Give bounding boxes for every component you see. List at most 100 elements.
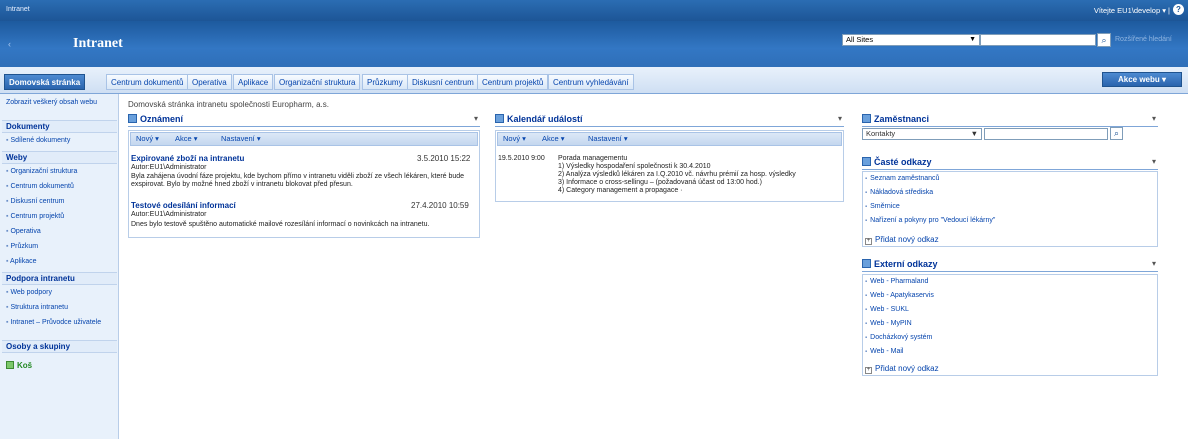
announcement-author[interactable]: Autor:EU1\Administrator — [131, 211, 206, 219]
links-icon — [862, 259, 871, 268]
page-description: Domovská stránka intranetu společnosti E… — [128, 100, 329, 109]
list-item[interactable]: ▪ Směrnice — [865, 203, 900, 210]
employees-title[interactable]: Zaměstnanci ▾ — [862, 113, 1158, 127]
list-item[interactable]: ▪ Web - Apatykaservis — [865, 292, 934, 299]
announcements-toolbar: Nový ▾ Akce ▾ Nastavení ▾ — [130, 132, 478, 146]
list-item[interactable]: ▪ Web - MyPIN — [865, 320, 912, 327]
welcome-menu[interactable]: Vítejte EU1\develop ▾ | — [1094, 6, 1170, 15]
ql-head-sites[interactable]: Weby — [2, 151, 117, 164]
ql-item-survey[interactable]: ▪ Průzkum — [6, 243, 116, 251]
site-actions-button[interactable]: Akce webu ▾ — [1102, 72, 1182, 87]
tab-bar: Domovská stránka Centrum dokumentů Opera… — [0, 67, 1188, 94]
announcement-title[interactable]: Testové odesílání informací — [131, 201, 236, 210]
frequent-links-panel: ▪ Seznam zaměstnanců ▪ Nákladová střediska… — [862, 171, 1158, 247]
ql-item-shared-docs[interactable]: ▪ Sdílené dokumenty — [6, 137, 116, 145]
event-line: 2) Analýza výsledků lékáren za I.Q.2010 … — [558, 171, 796, 178]
event-title[interactable]: Porada managementu — [558, 155, 627, 163]
new-button[interactable]: Nový ▾ — [136, 133, 159, 145]
search-scope-value: All Sites — [846, 35, 874, 44]
settings-button[interactable]: Nastavení ▾ — [588, 133, 628, 145]
actions-button[interactable]: Akce ▾ — [542, 133, 565, 145]
search-input[interactable] — [980, 34, 1096, 46]
list-item[interactable]: ▪ Web - Mail — [865, 348, 903, 355]
announcements-panel: Nový ▾ Akce ▾ Nastavení ▾ Expirované zbo… — [128, 130, 480, 238]
ql-item-apps[interactable]: ▪ Aplikace — [6, 258, 116, 266]
tab-discussion[interactable]: Diskusní centrum — [407, 74, 479, 90]
ql-item-discussion[interactable]: ▪ Diskusní centrum — [6, 198, 116, 206]
announcement-date: 27.4.2010 10:59 — [411, 201, 469, 210]
links-icon — [862, 157, 871, 166]
tab-documents[interactable]: Centrum dokumentů — [106, 74, 189, 90]
external-links-title[interactable]: Externí odkazy ▾ — [862, 258, 1158, 272]
ql-item-guide[interactable]: ▪ Intranet – Průvodce uživatele — [6, 319, 116, 327]
actions-button[interactable]: Akce ▾ — [175, 133, 198, 145]
calendar-toolbar: Nový ▾ Akce ▾ Nastavení ▾ — [497, 132, 842, 146]
tab-home[interactable]: Domovská stránka — [4, 74, 86, 90]
ql-head-people[interactable]: Osoby a skupiny — [2, 340, 117, 353]
search-scope-select[interactable]: All Sites ▼ — [842, 34, 980, 46]
top-bar: Intranet Vítejte EU1\develop ▾ | ? — [0, 0, 1188, 21]
list-item[interactable]: ▪ Web - Pharmaland — [865, 278, 928, 285]
plus-icon: + — [865, 238, 872, 245]
contacts-select-value: Kontakty — [866, 129, 896, 138]
tab-surveys[interactable]: Průzkumy — [362, 74, 408, 90]
list-item[interactable]: ▪ Web - SUKL — [865, 306, 909, 313]
view-all-content-link[interactable]: Zobrazit veškerý obsah webu — [6, 99, 116, 107]
event-line: 4) Category management a propagace · — [558, 187, 683, 194]
help-icon[interactable]: ? — [1173, 4, 1184, 15]
add-link-button[interactable]: + Přidat nový odkaz — [865, 235, 939, 245]
ql-item-projects[interactable]: ▪ Centrum projektů — [6, 213, 116, 221]
event-date: 19.5.2010 9:00 — [498, 155, 545, 162]
calendar-icon — [495, 114, 504, 123]
announcement-body: Dnes bylo testově spuštěno automatické m… — [131, 221, 430, 228]
webpart-menu-icon[interactable]: ▾ — [1152, 156, 1156, 168]
ql-head-support[interactable]: Podpora intranetu — [2, 272, 117, 285]
list-item[interactable]: ▪ Nákladová střediska — [865, 189, 933, 196]
ql-item-org[interactable]: ▪ Organizační struktura — [6, 168, 116, 176]
webpart-menu-icon[interactable]: ▾ — [1152, 113, 1156, 125]
search-icon[interactable]: ⌕ — [1110, 127, 1123, 140]
quick-launch: Zobrazit veškerý obsah webu Dokumenty ▪ … — [0, 94, 119, 439]
list-item[interactable]: ▪ Seznam zaměstnanců — [865, 175, 939, 182]
announcement-body: Byla zahájena úvodní fáze projektu, kde … — [131, 173, 465, 188]
announcements-title[interactable]: Oznámení ▾ — [128, 113, 480, 127]
add-link-button[interactable]: + Přidat nový odkaz — [865, 364, 939, 374]
contacts-select[interactable]: Kontakty ▼ — [862, 128, 982, 140]
contact-search-input[interactable] — [984, 128, 1108, 140]
tab-org[interactable]: Organizační struktura — [274, 74, 361, 90]
calendar-panel: Nový ▾ Akce ▾ Nastavení ▾ 19.5.2010 9:00… — [495, 130, 844, 202]
chevron-down-icon: ▼ — [970, 129, 978, 138]
ql-item-operativa[interactable]: ▪ Operativa — [6, 228, 116, 236]
calendar-title[interactable]: Kalendář událostí ▾ — [495, 113, 844, 127]
external-links-panel: ▪ Web - Pharmaland ▪ Web - Apatykaservis ▪… — [862, 274, 1158, 376]
settings-button[interactable]: Nastavení ▾ — [221, 133, 261, 145]
webpart-menu-icon[interactable]: ▾ — [1152, 258, 1156, 270]
tab-apps[interactable]: Aplikace — [233, 74, 274, 90]
list-item[interactable]: ▪ Docházkový systém — [865, 334, 932, 341]
new-button[interactable]: Nový ▾ — [503, 133, 526, 145]
frequent-links-title[interactable]: Časté odkazy ▾ — [862, 156, 1158, 170]
advanced-search-link[interactable]: Rozšířené hledání — [1115, 36, 1172, 43]
search-icon[interactable]: ⌕ — [1097, 33, 1111, 47]
contacts-icon — [862, 114, 871, 123]
list-item[interactable]: ▪ Nařízení a pokyny pro "Vedoucí lékárny" — [865, 217, 995, 224]
site-title[interactable]: Intranet — [73, 36, 123, 52]
chevron-down-icon: ▼ — [969, 36, 976, 43]
ql-item-docs[interactable]: ▪ Centrum dokumentů — [6, 183, 116, 191]
top-brand[interactable]: Intranet — [6, 6, 30, 13]
announcement-author[interactable]: Autor:EU1\Administrator — [131, 164, 206, 172]
event-line: 3) Informace o cross-sellingu – (požadov… — [558, 179, 762, 186]
webpart-menu-icon[interactable]: ▾ — [474, 113, 478, 125]
ql-item-structure[interactable]: ▪ Struktura intranetu — [6, 304, 116, 312]
tab-operativa[interactable]: Operativa — [187, 74, 232, 90]
announcement-title[interactable]: Expirované zboží na intranetu — [131, 154, 244, 163]
announcement-icon — [128, 114, 137, 123]
recycle-bin-link[interactable]: Koš — [6, 361, 32, 370]
tab-projects[interactable]: Centrum projektů — [477, 74, 549, 90]
ql-item-support-web[interactable]: ▪ Web podpory — [6, 289, 116, 297]
ql-head-documents[interactable]: Dokumenty — [2, 120, 117, 133]
webpart-menu-icon[interactable]: ▾ — [838, 113, 842, 125]
back-arrow-icon[interactable]: ‹ — [8, 39, 11, 49]
recycle-bin-icon — [6, 361, 14, 369]
tab-search[interactable]: Centrum vyhledávání — [548, 74, 634, 90]
